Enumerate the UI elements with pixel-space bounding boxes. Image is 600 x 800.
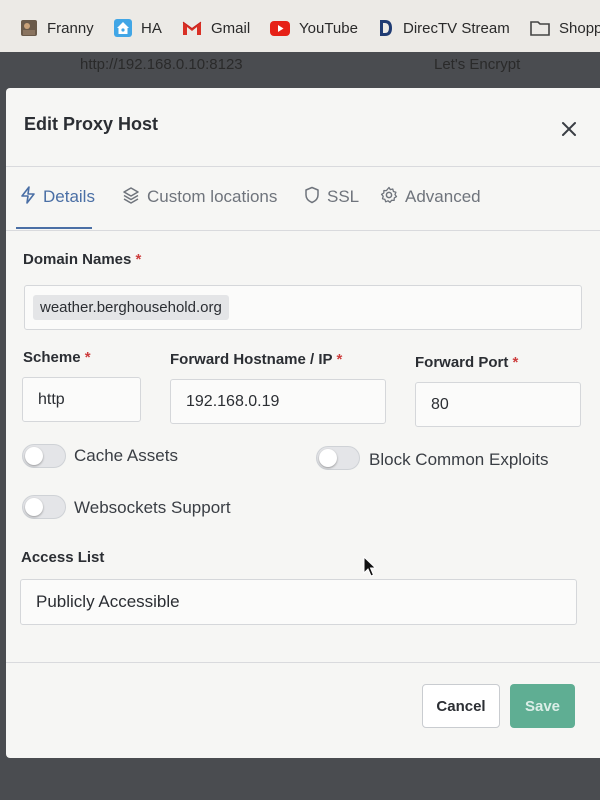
layers-icon — [122, 186, 140, 209]
bookmark-label: HA — [141, 19, 162, 37]
background-url-text: http://192.168.0.10:8123 — [80, 56, 243, 73]
bookmark-franny[interactable]: Franny — [20, 16, 94, 40]
modal-header: Edit Proxy Host — [6, 88, 600, 167]
required-mark: * — [512, 354, 519, 371]
bookmark-gmail[interactable]: Gmail — [182, 16, 250, 40]
close-icon[interactable] — [560, 120, 578, 138]
tab-advanced[interactable]: Advanced — [380, 183, 481, 211]
tab-details[interactable]: Details — [20, 183, 95, 211]
background-ssl-text: Let's Encrypt — [434, 56, 521, 73]
bookmark-label: Shopp — [559, 19, 600, 37]
access-list-value: Publicly Accessible — [36, 592, 180, 611]
tab-label: Custom locations — [147, 187, 278, 206]
cancel-button[interactable]: Cancel — [422, 684, 500, 728]
forward-hostname-field[interactable]: 192.168.0.19 — [170, 379, 386, 424]
block-common-exploits-label: Block Common Exploits — [369, 450, 549, 469]
cache-assets-toggle[interactable] — [22, 444, 66, 468]
forward-port-label: Forward Port * — [415, 354, 519, 371]
bookmark-label: YouTube — [299, 19, 358, 37]
footer-divider — [6, 662, 600, 663]
bookmark-youtube[interactable]: YouTube — [270, 16, 358, 40]
required-mark: * — [135, 251, 142, 268]
youtube-icon — [270, 20, 290, 36]
forward-port-field[interactable]: 80 — [415, 382, 581, 427]
scheme-value: http — [38, 390, 65, 408]
shield-icon — [304, 186, 320, 209]
bolt-icon — [20, 185, 36, 209]
tab-label: Advanced — [405, 187, 481, 206]
domain-names-label: Domain Names * — [23, 251, 142, 268]
save-button[interactable]: Save — [510, 684, 575, 728]
home-assistant-icon — [114, 19, 132, 37]
bookmark-ha[interactable]: HA — [114, 16, 162, 40]
tab-label: SSL — [327, 187, 360, 206]
toggle-knob — [25, 447, 43, 465]
access-list-select[interactable]: Publicly Accessible — [20, 579, 577, 625]
tab-label: Details — [43, 187, 95, 206]
tab-ssl[interactable]: SSL — [304, 183, 359, 211]
folder-icon — [530, 20, 550, 36]
bookmark-image-icon — [20, 19, 38, 37]
cache-assets-label: Cache Assets — [74, 446, 178, 465]
bookmark-label: DirecTV Stream — [403, 19, 510, 37]
access-list-label: Access List — [21, 549, 105, 566]
modal-tabs: Details Custom locations SSL Advanced — [6, 167, 600, 231]
gear-icon — [380, 186, 398, 209]
mouse-cursor-icon — [363, 555, 377, 583]
domain-names-input[interactable]: weather.berghousehold.org — [24, 285, 582, 330]
directv-icon — [378, 18, 394, 38]
bookmark-label: Franny — [47, 19, 94, 37]
bookmark-folder[interactable]: Shopp — [530, 16, 600, 40]
scheme-label: Scheme * — [23, 349, 91, 366]
websockets-support-toggle[interactable] — [22, 495, 66, 519]
block-common-exploits-toggle[interactable] — [316, 446, 360, 470]
bookmark-label: Gmail — [211, 19, 251, 37]
tab-custom-locations[interactable]: Custom locations — [122, 183, 277, 211]
scheme-field[interactable]: http — [22, 377, 141, 422]
active-tab-indicator — [16, 227, 92, 229]
required-mark: * — [84, 349, 91, 366]
forward-hostname-value: 192.168.0.19 — [186, 392, 280, 410]
websockets-support-label: Websockets Support — [74, 498, 231, 517]
toggle-knob — [25, 498, 43, 516]
required-mark: * — [336, 351, 343, 368]
forward-port-value: 80 — [431, 395, 449, 413]
bookmark-directv[interactable]: DirecTV Stream — [378, 16, 510, 40]
gmail-icon — [182, 20, 202, 36]
edit-proxy-host-modal: Edit Proxy Host Details Custom locations… — [6, 88, 600, 758]
toggle-knob — [319, 449, 337, 467]
forward-hostname-label: Forward Hostname / IP * — [170, 351, 343, 368]
modal-title: Edit Proxy Host — [24, 114, 159, 134]
domain-tag[interactable]: weather.berghousehold.org — [33, 295, 229, 320]
bookmarks-bar: Franny HA Gmail YouTube DirecTV Stream S… — [0, 0, 600, 53]
